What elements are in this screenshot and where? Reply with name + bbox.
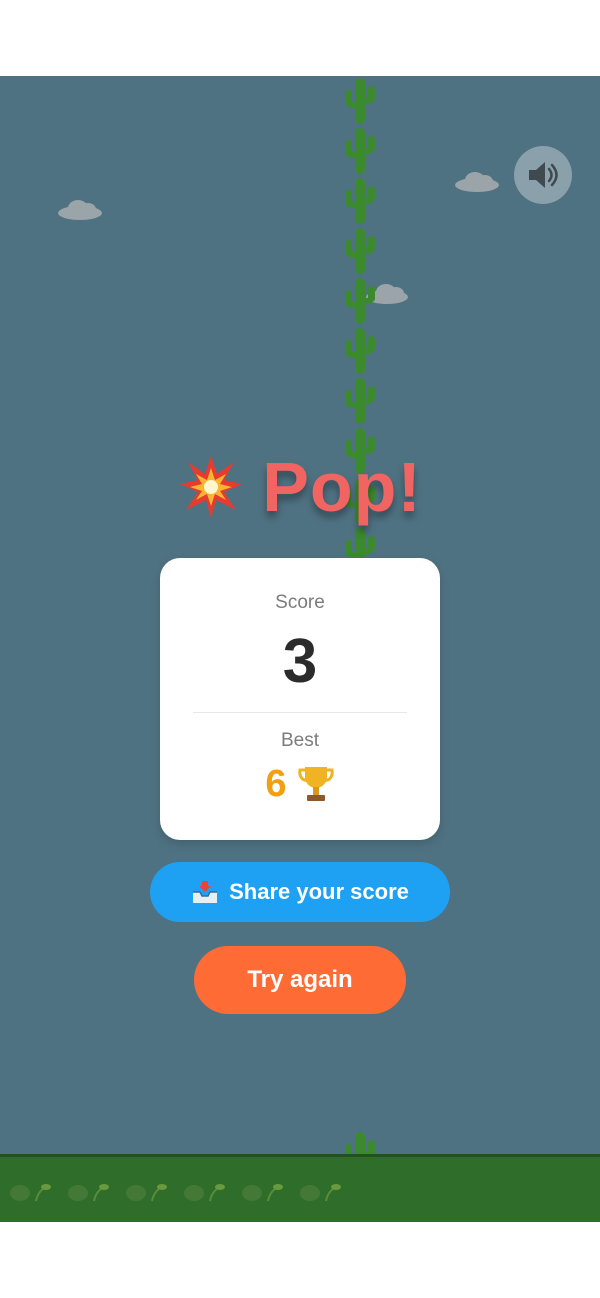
cactus-icon (345, 128, 375, 174)
top-safe-area (0, 0, 600, 76)
score-card: Score 3 Best 6 (160, 558, 440, 840)
pop-title-text: Pop! (262, 448, 422, 526)
cactus-icon (345, 178, 375, 224)
best-row: 6 (160, 760, 440, 808)
sprout-icon (10, 1184, 51, 1202)
cactus-icon (345, 378, 375, 424)
try-again-button[interactable]: Try again (194, 946, 406, 1014)
score-value: 3 (282, 627, 318, 696)
bottom-safe-area (0, 1222, 600, 1298)
try-again-label: Try again (247, 966, 353, 993)
cactus-icon (345, 228, 375, 274)
sprout-icon (126, 1184, 167, 1202)
game-over-title: Pop! (0, 444, 600, 530)
sprout-icon (242, 1184, 283, 1202)
cloud-icon (58, 200, 102, 220)
cactus-icon (345, 278, 375, 324)
sprout-icon (184, 1184, 225, 1202)
cactus-icon (345, 328, 375, 374)
sound-toggle-button[interactable] (514, 146, 572, 204)
cactus-icon (345, 78, 375, 124)
best-value: 6 (265, 763, 287, 805)
cloud-icon (455, 172, 499, 192)
inbox-tray-icon (193, 881, 218, 903)
share-score-button[interactable]: Share your score (150, 862, 450, 922)
share-score-label: Share your score (229, 879, 409, 904)
sprout-icon (300, 1184, 341, 1202)
card-divider (193, 712, 407, 713)
sprout-icon (68, 1184, 109, 1202)
explosion-icon (180, 456, 243, 518)
cactus-obstacle-column (340, 76, 380, 636)
trophy-icon (297, 767, 334, 801)
best-label: Best (280, 730, 320, 751)
ground-strip (0, 1154, 600, 1222)
game-stage[interactable]: Pop! Score 3 Best 6 Share your score Try… (0, 76, 600, 1222)
score-label: Score (275, 592, 325, 613)
speaker-icon (529, 162, 558, 188)
